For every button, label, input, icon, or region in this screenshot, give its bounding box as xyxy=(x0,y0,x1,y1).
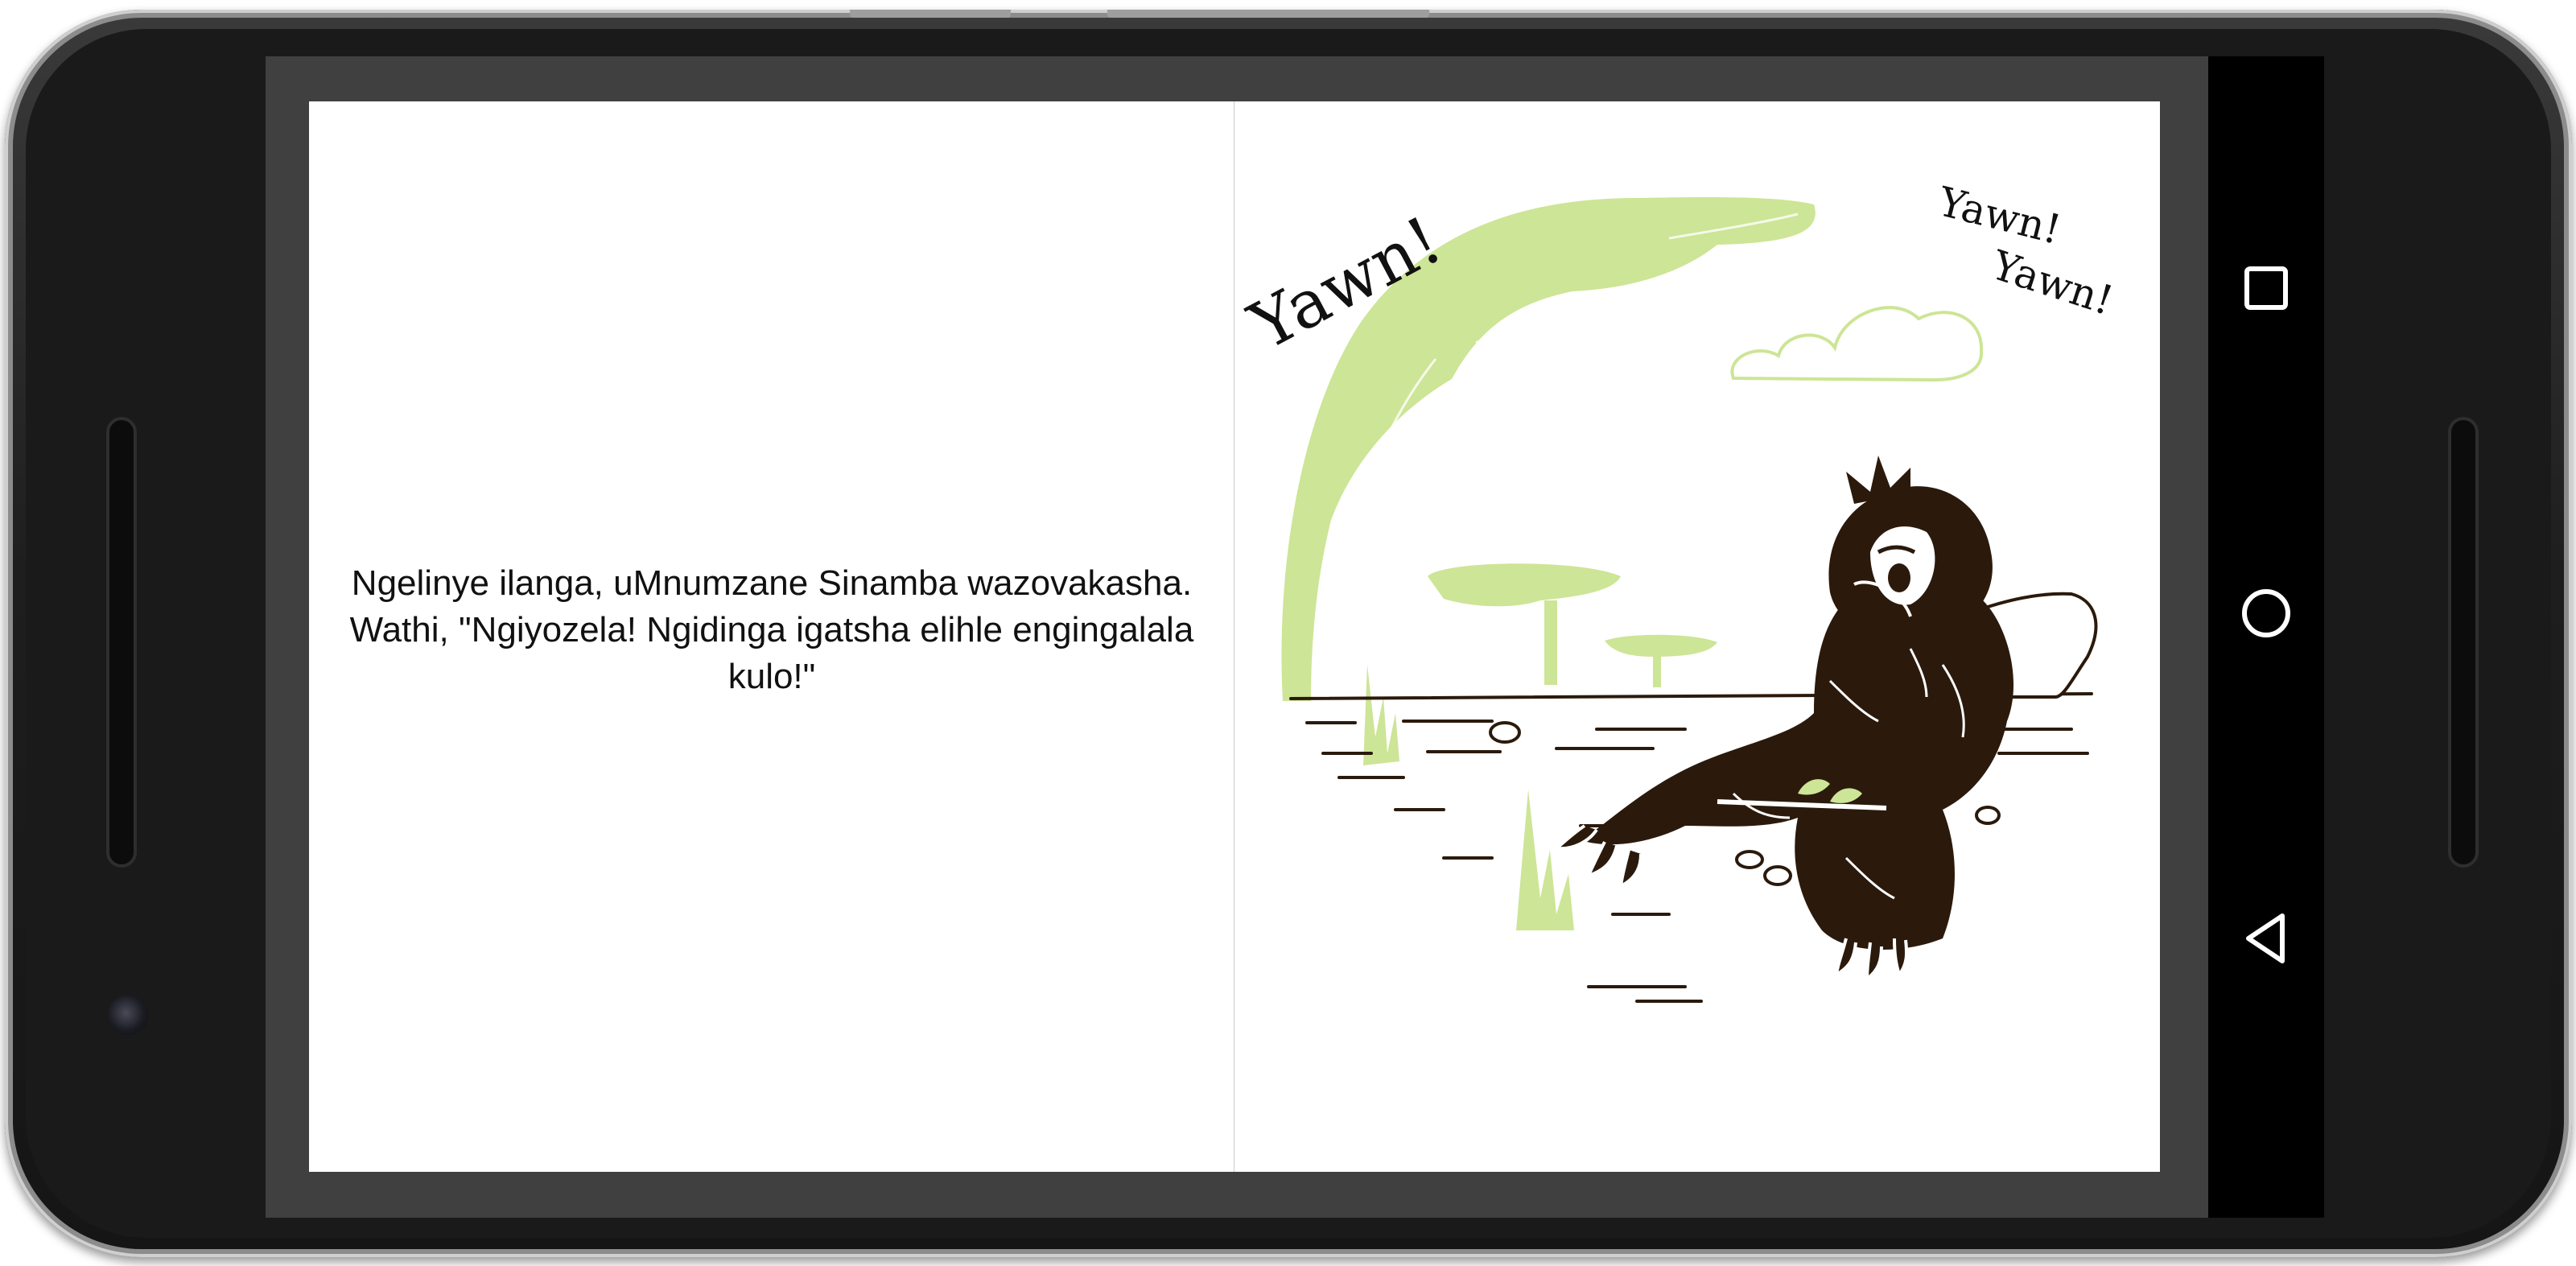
square-icon xyxy=(2244,266,2288,310)
story-text: Ngelinye ilanga, uMnumzane Sinamba wazov… xyxy=(349,563,1194,696)
right-page[interactable]: Yawn! Yawn! Yawn! xyxy=(1234,101,2160,1172)
pebble-3 xyxy=(1763,865,1792,886)
pebble-4 xyxy=(1975,806,2001,825)
sloth-yawning-mouth xyxy=(1888,563,1910,592)
circle-icon xyxy=(2242,589,2290,637)
power-button xyxy=(1107,10,1429,18)
pebble-2 xyxy=(1735,850,1764,869)
yawn-small-text-2: Yawn! xyxy=(1985,241,2118,324)
sloth-yawning-illustration: Yawn! Yawn! Yawn! xyxy=(1238,178,2119,1003)
acacia-trunk-2 xyxy=(1653,655,1661,687)
book-viewer[interactable]: Ngelinye ilanga, uMnumzane Sinamba wazov… xyxy=(266,56,2208,1218)
yawn-small-text-1: Yawn! xyxy=(1933,178,2065,254)
recents-button[interactable] xyxy=(2226,248,2306,328)
back-button[interactable] xyxy=(2226,898,2306,979)
acacia-tree-2 xyxy=(1605,634,1717,657)
right-speaker-grille xyxy=(2448,417,2479,868)
triangle-back-icon xyxy=(2246,913,2285,963)
cloud-outline xyxy=(1730,306,1984,382)
left-speaker-grille xyxy=(106,417,137,868)
pebble-1 xyxy=(1489,721,1521,744)
acacia-tree-1 xyxy=(1428,563,1621,607)
front-camera xyxy=(108,995,148,1035)
android-navigation-bar xyxy=(2208,56,2324,1218)
grass-tuft-2 xyxy=(1516,790,1574,930)
acacia-trunk-1 xyxy=(1544,600,1557,685)
device-screen: Ngelinye ilanga, uMnumzane Sinamba wazov… xyxy=(266,56,2324,1218)
volume-button xyxy=(850,10,1011,18)
grass-tuft-1 xyxy=(1363,665,1399,765)
left-page[interactable]: Ngelinye ilanga, uMnumzane Sinamba wazov… xyxy=(309,101,1234,1172)
home-button[interactable] xyxy=(2226,573,2306,654)
